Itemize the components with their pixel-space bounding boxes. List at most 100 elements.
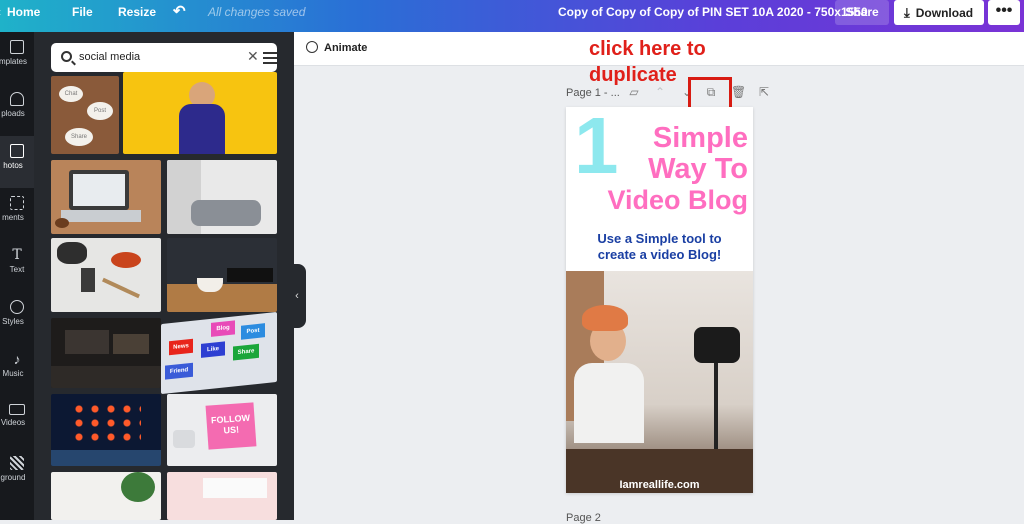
annotation-line: click here to (589, 38, 706, 60)
rail-item-styles[interactable]: Styles (0, 292, 34, 344)
chevron-up-icon[interactable]: ⌃ (653, 85, 667, 99)
home-link[interactable]: ‹Home (0, 0, 50, 24)
add-page-icon[interactable]: ⇱ (757, 85, 771, 99)
pin-subtitle: Use a Simple tool to create a video Blog… (572, 231, 747, 263)
clear-icon[interactable]: ✕ (247, 48, 259, 65)
monitor (113, 334, 149, 354)
trash-icon[interactable]: 🗑 (731, 85, 746, 99)
photo-thumbnail[interactable] (51, 160, 161, 234)
photo-thumbnail[interactable] (51, 318, 161, 388)
photo-thumbnail[interactable] (51, 394, 161, 466)
follow-us-note: FOLLOW US! (205, 402, 257, 450)
uploads-icon (10, 92, 24, 106)
top-bar: ‹Home File Resize ↶ All changes saved Co… (0, 0, 1024, 32)
styles-icon (10, 300, 24, 314)
save-status: All changes saved (208, 5, 306, 19)
plant (121, 472, 155, 502)
key-post: Post (241, 323, 265, 340)
headphones (57, 242, 87, 264)
speech-bubble: Chat (59, 86, 83, 102)
background-icon (10, 456, 24, 470)
photo-thumbnail[interactable] (51, 472, 161, 520)
search-icon (61, 51, 72, 62)
page-title[interactable]: Page 1 - ... (566, 87, 620, 99)
pin-subtitle-line: create a video Blog! (597, 247, 722, 262)
animate-button[interactable]: Animate (306, 41, 367, 54)
resize-menu[interactable]: Resize (118, 0, 156, 24)
rail-item-music[interactable]: ♪ Music (0, 344, 34, 396)
key-like: Like (201, 341, 225, 358)
laptop-display (73, 174, 125, 206)
keyboard (203, 478, 267, 498)
keyboard (227, 268, 273, 282)
desk (51, 366, 161, 388)
photo-thumbnail[interactable]: Chat Post Share (51, 76, 119, 154)
person-body (179, 104, 225, 154)
photo-thumbnail[interactable] (167, 472, 277, 520)
photo-thumbnail[interactable] (167, 238, 277, 312)
filter-icon[interactable] (263, 49, 277, 65)
rail-item-videos[interactable]: Videos (0, 396, 34, 448)
pin-title-line: Simple (652, 122, 748, 154)
rail-item-background[interactable]: ground (0, 448, 34, 500)
city-lights (51, 450, 161, 466)
camera (694, 327, 740, 363)
photos-icon (10, 144, 24, 158)
rail-item-uploads[interactable]: ploads (0, 84, 34, 136)
videos-icon (9, 404, 25, 415)
key-news: News (169, 338, 193, 356)
rail-item-templates[interactable]: mplates (0, 32, 34, 84)
templates-icon (10, 40, 24, 54)
more-options-button[interactable]: ••• (988, 0, 1020, 25)
duplicate-highlight (688, 77, 732, 110)
search-input[interactable] (79, 49, 229, 65)
pin-title-line: Video Blog (607, 185, 748, 215)
document-title[interactable]: Copy of Copy of Copy of PIN SET 10A 2020… (558, 0, 868, 24)
woman-hair (582, 305, 628, 331)
pin-title: Simple Way To Video Blog (570, 123, 748, 216)
pin-title-line: Way To (648, 153, 748, 185)
side-rail: mplates ploads hotos ments T Text Styles… (0, 32, 34, 520)
chevron-left-icon: ‹ (0, 5, 1, 19)
design-page[interactable]: 1 Simple Way To Video Blog Use a Simple … (566, 107, 753, 493)
elements-icon (10, 196, 24, 210)
monitor (65, 330, 109, 354)
laptop-keyboard (61, 210, 141, 222)
notes-icon[interactable]: ▱ (627, 85, 641, 99)
desk (167, 284, 277, 312)
photo-thumbnail[interactable] (123, 72, 277, 154)
collapse-panel-button[interactable]: ‹ (288, 264, 306, 328)
key-friend: Friend (165, 362, 193, 380)
download-button[interactable]: ⤓ Download (894, 0, 984, 25)
speech-bubble: Post (87, 102, 113, 120)
pencil (102, 277, 140, 299)
music-icon: ♪ (13, 351, 21, 367)
key-share: Share (233, 343, 259, 361)
pin-url: Iamreallife.com (619, 479, 700, 491)
page-2-label[interactable]: Page 2 (566, 512, 601, 524)
rail-item-elements[interactable]: ments (0, 188, 34, 240)
speech-bubble: Share (65, 128, 93, 146)
phone (81, 268, 95, 292)
undo-icon[interactable]: ↶ (173, 0, 186, 24)
earbuds-case (173, 430, 195, 448)
photo-thumbnail[interactable]: Blog Post News Like Share Friend (161, 311, 277, 395)
rail-item-text[interactable]: T Text (0, 240, 34, 292)
coffee-cup (197, 278, 223, 292)
key-blog: Blog (211, 320, 235, 337)
photo-thumbnail[interactable] (51, 238, 161, 312)
rail-item-photos[interactable]: hotos (0, 136, 34, 188)
coffee-cup (55, 218, 69, 228)
photos-panel: ✕ Chat Post Share Blog Post N (34, 32, 294, 520)
pin-photo: Iamreallife.com (566, 271, 753, 493)
group-of-people (191, 200, 261, 226)
woman-body (574, 363, 644, 443)
network-icons (71, 402, 141, 446)
search-box: ✕ (51, 43, 277, 72)
photo-thumbnail[interactable] (167, 160, 277, 234)
photo-thumbnail[interactable]: FOLLOW US! (167, 394, 277, 466)
coffee-cup (111, 252, 141, 268)
share-button[interactable]: Share (835, 0, 889, 25)
pin-subtitle-line: Use a Simple tool to (597, 231, 722, 246)
file-menu[interactable]: File (72, 0, 93, 24)
